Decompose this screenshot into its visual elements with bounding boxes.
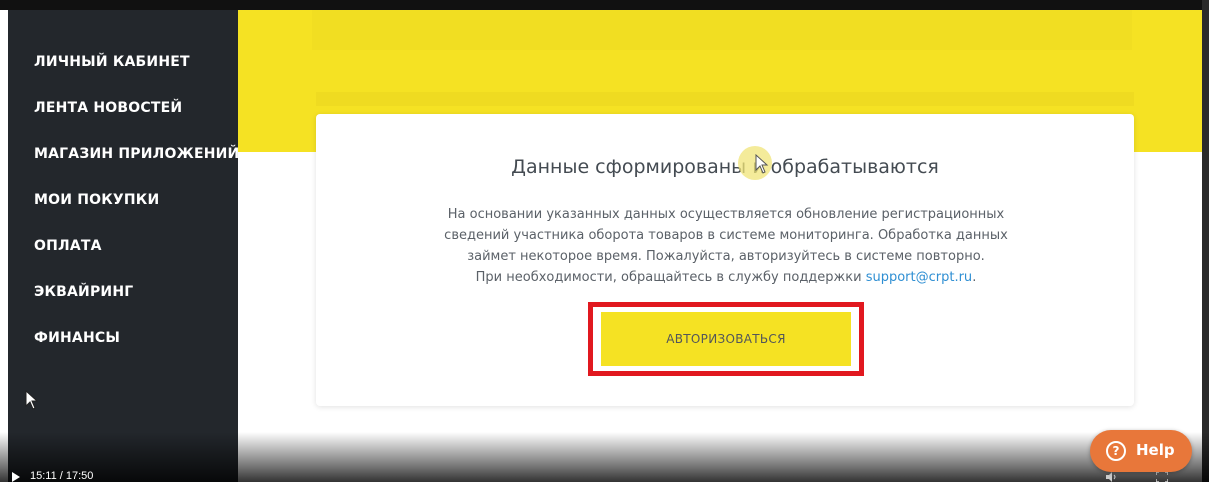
support-suffix-text: . <box>972 270 977 285</box>
volume-icon[interactable] <box>1106 472 1118 482</box>
yellow-stripe <box>316 92 1134 106</box>
card-text-line: сведений участника оборота товаров в сис… <box>444 228 1008 243</box>
sidebar: ЛИЧНЫЙ КАБИНЕТ ЛЕНТА НОВОСТЕЙ МАГАЗИН ПР… <box>8 10 239 482</box>
sidebar-item-app-store[interactable]: МАГАЗИН ПРИЛОЖЕНИЙ <box>34 146 239 162</box>
login-button[interactable]: АВТОРИЗОВАТЬСЯ <box>601 312 851 366</box>
video-controls-bar <box>0 432 1209 482</box>
play-icon[interactable] <box>12 472 20 482</box>
yellow-stripe <box>312 10 1132 50</box>
card-title: Данные сформированы и обрабатываются <box>511 156 939 178</box>
support-prefix-text: При необходимости, обращайтесь в службу … <box>475 270 866 285</box>
card-support-line: При необходимости, обращайтесь в службу … <box>376 267 1076 288</box>
help-icon: ? <box>1106 441 1126 461</box>
sidebar-item-personal-account[interactable]: ЛИЧНЫЙ КАБИНЕТ <box>34 54 190 70</box>
card-text-line: На основании указанных данных осуществля… <box>447 207 1005 222</box>
mouse-cursor-icon <box>25 390 39 410</box>
card-text-line: займет некоторое время. Пожалуйста, авто… <box>467 249 985 264</box>
sidebar-item-acquiring[interactable]: ЭКВАЙРИНГ <box>34 284 133 300</box>
window-edge <box>1202 0 1209 482</box>
sidebar-item-finances[interactable]: ФИНАНСЫ <box>34 330 120 346</box>
mouse-cursor-icon <box>755 154 769 174</box>
sidebar-item-payment[interactable]: ОПЛАТА <box>34 238 102 254</box>
fullscreen-icon[interactable] <box>1156 472 1168 482</box>
support-email-link[interactable]: support@crpt.ru <box>866 270 972 285</box>
app-window: ЛИЧНЫЙ КАБИНЕТ ЛЕНТА НОВОСТЕЙ МАГАЗИН ПР… <box>0 0 1209 482</box>
help-label: Help <box>1136 441 1175 459</box>
sidebar-item-my-purchases[interactable]: МОИ ПОКУПКИ <box>34 192 159 208</box>
help-button[interactable]: ? Help <box>1090 430 1192 472</box>
video-time-display: 15:11 / 17:50 <box>30 470 94 482</box>
card-description: На основании указанных данных осуществля… <box>376 204 1076 288</box>
sidebar-item-news-feed[interactable]: ЛЕНТА НОВОСТЕЙ <box>34 100 182 116</box>
top-strip <box>0 0 1209 10</box>
